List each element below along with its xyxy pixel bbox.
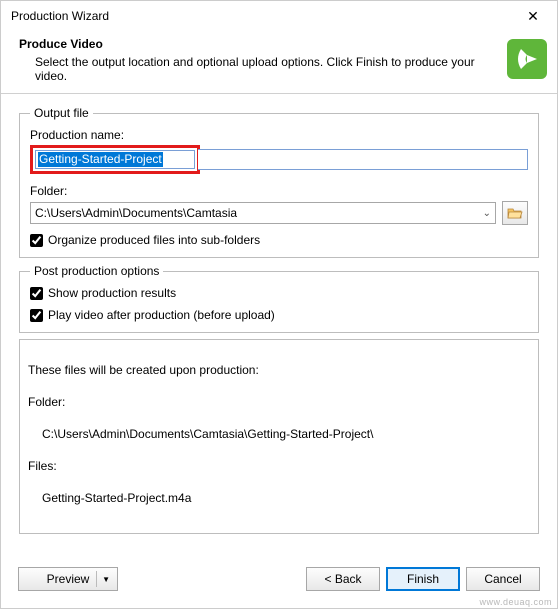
organize-checkbox-row[interactable]: Organize produced files into sub-folders: [30, 233, 528, 247]
play-video-checkbox[interactable]: [30, 309, 43, 322]
production-name-input[interactable]: Getting-Started-Project: [35, 150, 195, 169]
folder-select[interactable]: C:\Users\Admin\Documents\Camtasia ⌄: [30, 202, 496, 224]
summary-line-2: Folder:: [28, 395, 65, 409]
organize-label: Organize produced files into sub-folders: [48, 233, 260, 247]
page-title: Produce Video: [19, 37, 499, 51]
summary-line-5: Getting-Started-Project.m4a: [28, 490, 530, 506]
folder-open-icon: [507, 206, 523, 220]
titlebar: Production Wizard ✕: [1, 1, 557, 31]
watermark-text: www.deuaq.com: [479, 597, 552, 607]
production-name-highlight: Getting-Started-Project: [30, 145, 200, 174]
wizard-header: Produce Video Select the output location…: [1, 31, 557, 94]
button-bar: Preview ▼ < Back Finish Cancel: [0, 567, 558, 591]
organize-checkbox[interactable]: [30, 234, 43, 247]
preview-button[interactable]: Preview ▼: [18, 567, 118, 591]
post-production-group: Post production options Show production …: [19, 264, 539, 333]
post-production-legend: Post production options: [30, 264, 163, 278]
preview-label: Preview: [47, 572, 90, 586]
show-results-row[interactable]: Show production results: [30, 286, 528, 300]
caret-down-icon: ▼: [102, 575, 110, 584]
window-title: Production Wizard: [11, 9, 109, 23]
summary-line-3: C:\Users\Admin\Documents\Camtasia\Gettin…: [28, 426, 530, 442]
show-results-checkbox[interactable]: [30, 287, 43, 300]
folder-label: Folder:: [30, 184, 528, 198]
finish-button[interactable]: Finish: [386, 567, 460, 591]
show-results-label: Show production results: [48, 286, 176, 300]
production-name-row: Getting-Started-Project: [30, 145, 528, 174]
page-subtitle: Select the output location and optional …: [35, 55, 499, 83]
app-logo-icon: [507, 39, 547, 79]
folder-value: C:\Users\Admin\Documents\Camtasia: [35, 206, 237, 220]
browse-folder-button[interactable]: [502, 201, 528, 225]
production-name-label: Production name:: [30, 128, 528, 142]
output-file-legend: Output file: [30, 106, 93, 120]
preview-separator: [96, 571, 97, 587]
close-icon: ✕: [527, 8, 539, 25]
production-summary-box: These files will be created upon product…: [19, 339, 539, 534]
output-file-group: Output file Production name: Getting-Sta…: [19, 106, 539, 258]
play-video-label: Play video after production (before uplo…: [48, 308, 275, 322]
back-button[interactable]: < Back: [306, 567, 380, 591]
summary-line-1: These files will be created upon product…: [28, 363, 259, 377]
summary-line-4: Files:: [28, 459, 57, 473]
close-button[interactable]: ✕: [513, 2, 553, 30]
production-name-input-extension[interactable]: [198, 149, 528, 170]
chevron-down-icon: ⌄: [483, 208, 491, 219]
play-video-row[interactable]: Play video after production (before uplo…: [30, 308, 528, 322]
production-name-value: Getting-Started-Project: [38, 152, 163, 167]
cancel-button[interactable]: Cancel: [466, 567, 540, 591]
